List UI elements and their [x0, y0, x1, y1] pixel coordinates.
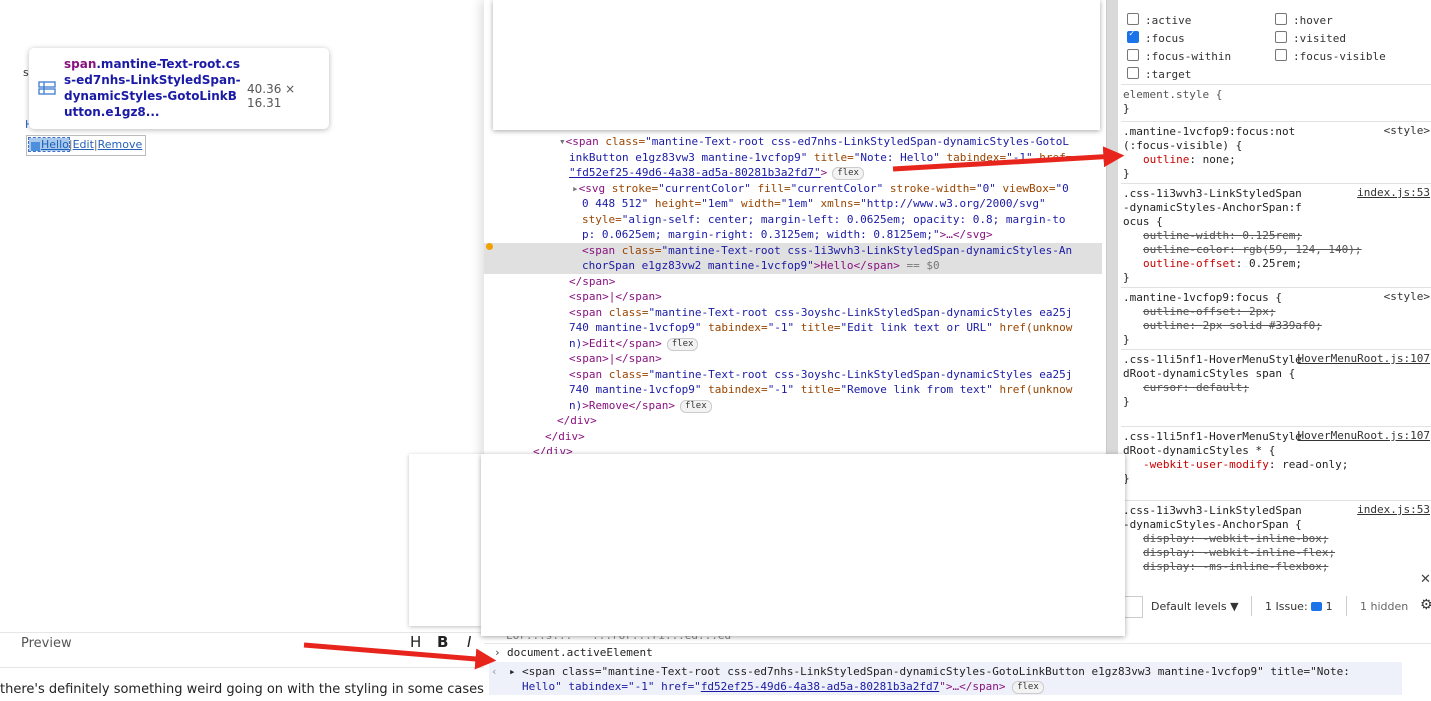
red-arrow-icon — [303, 642, 497, 670]
red-arrow-icon — [892, 146, 1125, 172]
annotation-arrows — [303, 146, 1125, 670]
